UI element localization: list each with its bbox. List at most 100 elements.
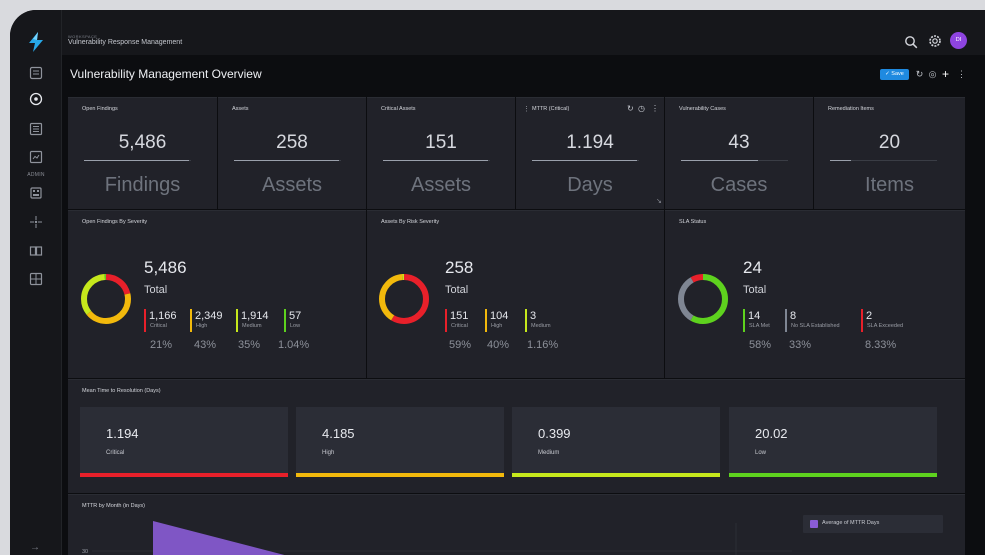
stat-label: Vulnerability Cases xyxy=(679,106,726,112)
mttr-label: Medium xyxy=(538,450,560,456)
mttr-card-medium[interactable]: 0.399 Medium xyxy=(512,407,720,477)
mttr-severity-bar xyxy=(729,473,937,477)
sidebar-admin-grid-icon[interactable] xyxy=(27,184,45,202)
legend-value: 104 xyxy=(490,310,509,322)
legend-percent: 58% xyxy=(749,339,772,351)
legend-label: SLA Exceeded xyxy=(867,323,904,329)
stat-value: 1.194 xyxy=(566,132,614,153)
legend-percent: 8.33% xyxy=(865,339,897,351)
gear-icon[interactable] xyxy=(928,34,942,48)
legend-swatch xyxy=(810,520,818,528)
severity-donut-chart xyxy=(81,274,131,324)
open-findings-by-severity-panel[interactable]: Open Findings By Severity 5,486 Total 1,… xyxy=(68,210,366,378)
sidebar-expand-icon[interactable]: → xyxy=(30,542,40,553)
sidebar-reports-icon[interactable] xyxy=(27,148,45,166)
app-logo-icon[interactable] xyxy=(24,30,48,54)
dashboard-header: Vulnerability Management Overview ✓ Save… xyxy=(62,55,985,93)
add-widget-icon[interactable]: + xyxy=(940,68,951,80)
legend-color-bar xyxy=(190,309,192,332)
stat-mttr-critical[interactable]: MTTR (Critical) ⋮ ↻ ◷ ⋮ 1.194 Days ↘ xyxy=(516,97,664,209)
assets-by-risk-severity-panel[interactable]: Assets By Risk Severity 258 Total 151 Cri… xyxy=(367,210,664,378)
mttr-card-critical[interactable]: 1.194 Critical xyxy=(80,407,288,477)
stat-label: Remediation Items xyxy=(828,106,874,112)
mttr-area-series xyxy=(153,521,285,555)
legend-label: Medium xyxy=(531,323,551,329)
stat-progress-fill xyxy=(234,160,339,161)
stat-progress-track xyxy=(383,160,490,161)
legend-color-bar xyxy=(236,309,238,332)
legend-value: 151 xyxy=(450,310,469,322)
donut-total-value: 24 xyxy=(743,258,762,277)
sidebar-overview-icon[interactable] xyxy=(27,90,45,108)
legend-percent: 43% xyxy=(194,339,217,351)
page-title: Vulnerability Management Overview xyxy=(70,67,262,81)
user-avatar[interactable]: DI xyxy=(950,32,967,49)
legend-label: Average of MTTR Days xyxy=(822,520,880,526)
mttr-card-low[interactable]: 20.02 Low xyxy=(729,407,937,477)
mttr-severity-bar xyxy=(512,473,720,477)
legend-color-bar xyxy=(861,309,863,332)
stat-value: 5,486 xyxy=(118,132,167,153)
save-button[interactable]: ✓ Save xyxy=(880,69,909,80)
stat-progress-track xyxy=(681,160,788,161)
legend-color-bar xyxy=(525,309,527,332)
stat-unit: Cases xyxy=(710,174,768,196)
resize-handle-icon[interactable]: ↘ xyxy=(656,197,662,205)
legend-percent: 1.04% xyxy=(278,339,310,351)
legend-percent: 40% xyxy=(487,339,510,351)
stat-value: 151 xyxy=(425,132,457,153)
refresh-icon[interactable]: ↻ xyxy=(914,69,925,80)
widget-refresh-icon[interactable]: ↻ xyxy=(627,104,634,113)
more-options-icon[interactable]: ⋮ xyxy=(956,69,967,80)
mttr-label: Low xyxy=(755,450,767,456)
legend-percent: 33% xyxy=(789,339,812,351)
stat-critical-assets[interactable]: Critical Assets 151 Assets xyxy=(367,97,515,209)
panel-title: Mean Time to Resolution (Days) xyxy=(82,388,161,394)
legend-label: High xyxy=(491,323,503,329)
legend-value: 14 xyxy=(748,310,761,322)
stat-open-findings[interactable]: Open Findings 5,486 Findings xyxy=(68,97,217,209)
risk-donut-chart xyxy=(379,274,429,324)
legend-value: 8 xyxy=(790,310,797,322)
sidebar-dashboard-icon[interactable] xyxy=(27,64,45,82)
legend-label: SLA Met xyxy=(749,323,770,329)
stat-unit: Assets xyxy=(410,174,472,196)
stat-unit: Findings xyxy=(104,174,181,196)
search-icon[interactable] xyxy=(904,35,918,49)
panel-title: Open Findings By Severity xyxy=(82,219,148,225)
sidebar-library-icon[interactable] xyxy=(27,242,45,260)
stat-remediation-items[interactable]: Remediation Items 20 Items xyxy=(814,97,965,209)
legend-value: 2,349 xyxy=(195,310,223,322)
stat-vulnerability-cases[interactable]: Vulnerability Cases 43 Cases xyxy=(665,97,813,209)
legend-value: 3 xyxy=(530,310,537,322)
stat-value: 20 xyxy=(878,132,901,153)
drag-handle-icon[interactable]: ⋮ xyxy=(523,105,530,113)
mttr-value: 20.02 xyxy=(755,426,788,441)
legend-percent: 59% xyxy=(449,339,472,351)
mttr-value: 4.185 xyxy=(322,426,355,441)
sidebar-list-icon[interactable] xyxy=(27,120,45,138)
stat-label: Open Findings xyxy=(82,106,118,112)
panel-title: SLA Status xyxy=(679,219,707,225)
stat-unit: Days xyxy=(567,174,613,196)
sidebar-layout-icon[interactable] xyxy=(27,270,45,288)
workspace-title[interactable]: Vulnerability Response Management xyxy=(68,39,182,46)
sidebar-integrations-icon[interactable] xyxy=(27,213,45,231)
mttr-card-high[interactable]: 4.185 High xyxy=(296,407,504,477)
stat-progress-fill xyxy=(681,160,759,161)
widget-clock-icon[interactable]: ◷ xyxy=(638,104,645,113)
widget-menu-icon[interactable]: ⋮ xyxy=(651,104,659,113)
stat-assets[interactable]: Assets 258 Assets xyxy=(218,97,366,209)
legend-percent: 35% xyxy=(238,339,261,351)
mttr-label: High xyxy=(322,450,335,456)
stat-progress-fill xyxy=(383,160,488,161)
stat-progress-track xyxy=(830,160,937,161)
settings-circle-icon[interactable]: ◎ xyxy=(927,69,938,80)
sla-status-panel[interactable]: SLA Status 24 Total 14 SLA Met 8 No SLA Es… xyxy=(665,210,965,378)
stat-label: MTTR (Critical) xyxy=(532,106,570,112)
sla-donut-chart xyxy=(678,274,728,324)
legend-color-bar xyxy=(485,309,487,332)
legend-color-bar xyxy=(445,309,447,332)
donut-total-label: Total xyxy=(445,284,469,296)
chart-legend[interactable]: Average of MTTR Days xyxy=(803,515,943,533)
